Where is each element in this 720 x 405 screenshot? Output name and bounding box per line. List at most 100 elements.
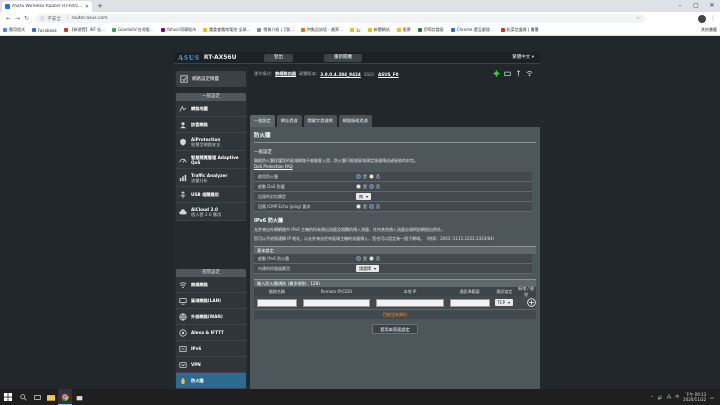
file-explorer-icon[interactable]	[44, 389, 58, 405]
network-status-icon[interactable]	[504, 70, 511, 77]
sidebar-item[interactable]: 網路地圖	[176, 101, 246, 117]
bookmark-item[interactable]: 特點告訴您 - 美界…	[301, 27, 343, 33]
close-window-icon[interactable]: ✕	[704, 0, 720, 12]
sidebar-item[interactable]: IPv6	[176, 341, 246, 357]
usb-status-icon[interactable]	[515, 70, 522, 77]
bookmark-item[interactable]: 松菜信盒資 | 書署	[500, 27, 539, 33]
sidebar-item[interactable]: AiProtection 智慧型網路安全	[176, 133, 246, 151]
sidebar-item[interactable]: Traffic Analyzer 流量分析	[176, 169, 246, 187]
tab-item[interactable]: 一般設定	[250, 115, 275, 127]
setting-label: 內建的伺服器應用	[258, 265, 290, 271]
sidebar-item[interactable]: 防火牆	[176, 373, 246, 389]
task-view-icon[interactable]	[30, 389, 44, 405]
sidebar-item[interactable]: 智慧頻寬管理 Adaptive QoS	[176, 151, 246, 169]
address-bar[interactable]: ⓘ 不安全 | router.asus.com ☆	[35, 14, 645, 23]
bookmark-item[interactable]: 帶貨介紹 |【我…	[257, 27, 294, 33]
bookmark-icon	[396, 28, 401, 32]
reboot-button[interactable]: 重新開機	[324, 54, 362, 62]
service-name-input[interactable]	[257, 298, 297, 307]
mode-value[interactable]: 無線路由器	[275, 71, 296, 77]
ime-icon[interactable]: 中	[675, 394, 679, 400]
bookmark-label: Chrome 還沒處理…	[456, 27, 494, 32]
browser-tab[interactable]: ASUS Wireless Router RT-AX5… ✕	[2, 1, 92, 12]
maximize-icon[interactable]: ▢	[688, 0, 704, 12]
bookmark-item[interactable]: 農委會農地電池·全球…	[203, 27, 250, 33]
setting-row: 啟動 DoS 防護是否	[254, 182, 532, 192]
sidebar-item[interactable]: Alexa & IFTTT	[176, 325, 246, 341]
bookmark-item[interactable]: Goodinfo!台灣股…	[112, 27, 154, 33]
apply-button[interactable]: 套用本頁面設定	[372, 324, 418, 334]
tab-item[interactable]: 網址過濾	[276, 115, 302, 127]
add-rule-icon[interactable]	[527, 298, 536, 307]
bookmark-item[interactable]: Facebook	[32, 28, 57, 33]
reload-icon[interactable]: ↻	[22, 15, 31, 22]
bookmark-item[interactable]: Chrome 還沒處理…	[450, 27, 494, 33]
ipv6-description-1: 允許來自外網網路中 IPv6 主機的所有傳出流量及相關的傳入流量，任何其他傳入流…	[254, 227, 446, 232]
store-icon[interactable]	[72, 389, 86, 405]
port-range-input[interactable]	[449, 298, 490, 307]
radio-yes[interactable]	[356, 174, 361, 179]
tab-item[interactable]: 網路服務過濾	[338, 115, 372, 127]
radio-no[interactable]	[369, 204, 374, 209]
setting-select[interactable]: 無 ▾	[356, 193, 372, 200]
bookmark-item[interactable]: 應用程式	[3, 27, 25, 33]
tab-item[interactable]: 關鍵字過濾網	[303, 115, 337, 127]
dos-faq-link[interactable]: DoS Protection FAQ	[254, 164, 536, 169]
remote-ip-input[interactable]	[302, 298, 371, 307]
radio-no-label: 否	[376, 255, 380, 261]
radio-no[interactable]	[369, 256, 374, 261]
bookmark-item[interactable]: 股票	[396, 27, 411, 33]
profile-avatar[interactable]	[698, 14, 706, 23]
radio-yes[interactable]	[356, 184, 361, 189]
sidebar-item[interactable]: AiCloud 2.0 個人雲 2.0 應用	[176, 203, 246, 221]
back-icon[interactable]: ←	[4, 15, 13, 22]
sidebar-item[interactable]: 無線網路	[176, 277, 246, 293]
network-icon[interactable]: 🖧	[667, 394, 671, 401]
select-value: 請選擇	[359, 266, 371, 271]
quick-setup-button[interactable]: 網路設定精靈	[176, 71, 246, 87]
bookmark-item[interactable]: 新聞網站	[367, 27, 390, 33]
tray-chevron-icon[interactable]: ⌃	[650, 395, 653, 400]
windows-start-icon[interactable]	[0, 393, 16, 401]
bookmark-item[interactable]: 3c	[350, 28, 361, 33]
forward-icon[interactable]: →	[13, 15, 22, 22]
guest-network-icon	[179, 121, 187, 129]
radio-yes[interactable]	[356, 256, 361, 261]
bookmark-item[interactable]: 【新遊覽】iKF 佳…	[63, 27, 105, 33]
wifi-status-icon[interactable]	[526, 70, 533, 77]
local-ip-input[interactable]	[376, 298, 444, 307]
close-tab-icon[interactable]: ✕	[85, 4, 89, 10]
sidebar-item[interactable]: 外部網路(WAN)	[176, 309, 246, 325]
language-select[interactable]: 繁體中文 ▾	[512, 54, 534, 60]
bookmark-item[interactable]: Yahoo!奇摩股市	[160, 27, 196, 33]
protocol-select[interactable]: TCP ▾	[494, 299, 513, 306]
new-tab-button[interactable]: +	[96, 2, 104, 10]
search-icon[interactable]	[16, 389, 30, 405]
setting-select[interactable]: 請選擇 ▾	[356, 265, 380, 272]
sidebar-item[interactable]: USB 相關應用	[176, 187, 246, 203]
minimize-icon[interactable]: –	[672, 0, 688, 12]
ssid-value[interactable]: ASUS_F0	[378, 72, 399, 77]
info-icon[interactable]: ⓘ	[40, 16, 45, 22]
chrome-icon[interactable]	[58, 389, 72, 405]
radio-no[interactable]	[369, 174, 374, 179]
sidebar-item[interactable]: 訪客網路	[176, 117, 246, 133]
volume-icon[interactable]: 🔊	[658, 395, 663, 400]
bookmark-star-icon[interactable]: ☆	[636, 16, 640, 21]
clock[interactable]: 下午 09:13 2020/11/22	[683, 392, 706, 402]
sidebar-item[interactable]: 區域網路(LAN)	[176, 293, 246, 309]
fw-label: 韌體版本:	[299, 71, 318, 76]
logout-button[interactable]: 登出	[264, 54, 293, 62]
fw-value[interactable]: 3.0.0.4.384_9424	[320, 72, 361, 77]
bookmark-item[interactable]: 伊莉討論區	[417, 27, 444, 33]
radio-no[interactable]	[369, 184, 374, 189]
aiprotection-status-icon[interactable]	[493, 70, 500, 77]
sidebar-item-label: 無線網路	[191, 282, 208, 287]
notifications-icon[interactable]: ▭	[710, 395, 714, 400]
sidebar-item[interactable]: VPN	[176, 357, 246, 373]
other-bookmarks[interactable]: 其他書籤	[701, 27, 717, 33]
vpn-icon	[179, 361, 187, 369]
setting-label: 啟用防火牆	[258, 173, 278, 179]
browser-menu-icon[interactable]: ⋮	[710, 15, 716, 22]
radio-yes[interactable]	[356, 204, 361, 209]
